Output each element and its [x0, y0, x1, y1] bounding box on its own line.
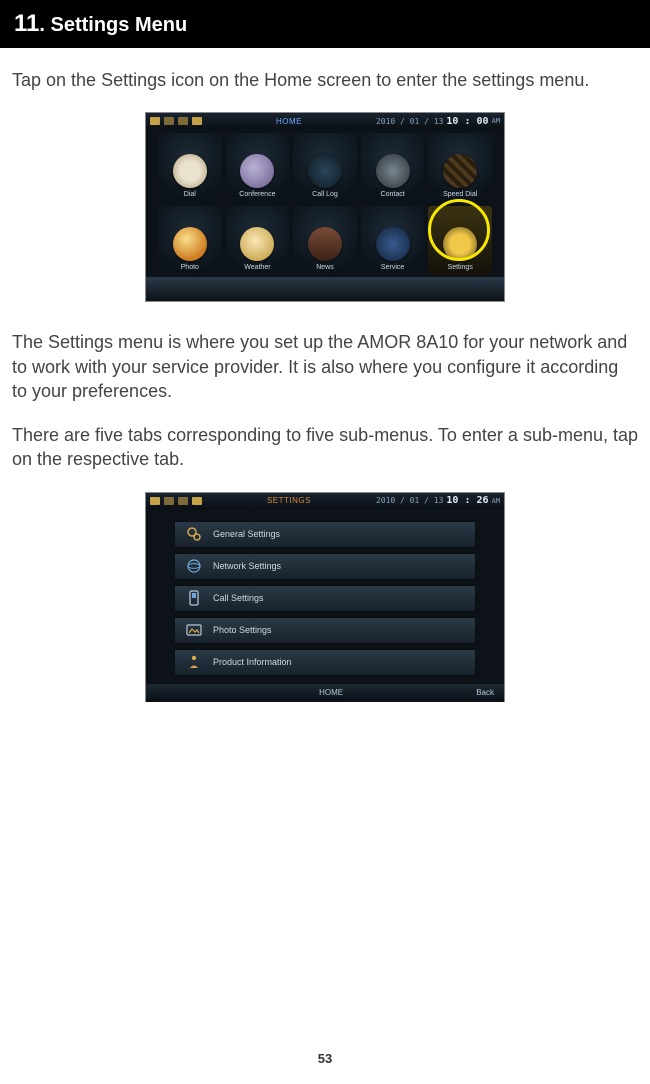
conference-icon: [240, 154, 274, 188]
status-bar: SETTINGS 2010 / 01 / 13 10 : 26 AM: [146, 493, 504, 509]
app-label: Speed Dial: [443, 188, 477, 202]
app-label: Settings: [448, 261, 473, 275]
status-date: 2010 / 01 / 13: [376, 117, 443, 126]
settings-row-call[interactable]: Call Settings: [174, 585, 476, 612]
app-label: Service: [381, 261, 404, 275]
status-time: 10 : 00: [446, 116, 488, 127]
call-settings-icon: [185, 589, 203, 607]
service-icon: [376, 227, 410, 261]
screen-title: SETTINGS: [202, 496, 376, 505]
status-icon-2: [192, 497, 202, 505]
app-news[interactable]: News: [293, 206, 357, 275]
settings-screenshot: SETTINGS 2010 / 01 / 13 10 : 26 AM Gener…: [145, 492, 505, 702]
app-conference[interactable]: Conference: [226, 133, 290, 202]
bottom-bar: HOME Back: [146, 684, 504, 702]
status-bar: HOME 2010 / 01 / 13 10 : 00 AM: [146, 113, 504, 129]
app-label: Dial: [184, 188, 196, 202]
status-icon-2: [192, 117, 202, 125]
section-title: . Settings Menu: [39, 14, 187, 36]
general-settings-icon: [185, 525, 203, 543]
status-time: 10 : 26: [446, 495, 488, 506]
app-label: Photo: [181, 261, 199, 275]
app-contact[interactable]: Contact: [361, 133, 425, 202]
settings-icon: [443, 227, 477, 261]
home-screenshot: HOME 2010 / 01 / 13 10 : 00 AM Dial Conf…: [145, 112, 505, 302]
status-icon: [178, 497, 188, 505]
app-settings[interactable]: Settings: [428, 206, 492, 275]
status-date: 2010 / 01 / 13: [376, 496, 443, 505]
app-label: Conference: [239, 188, 275, 202]
dock-bar: [146, 277, 504, 301]
news-icon: [308, 227, 342, 261]
app-photo[interactable]: Photo: [158, 206, 222, 275]
paragraph-description: The Settings menu is where you set up th…: [12, 330, 638, 403]
settings-row-label: Photo Settings: [213, 625, 272, 635]
paragraph-tabs: There are five tabs corresponding to fiv…: [12, 423, 638, 472]
weather-icon: [240, 227, 274, 261]
settings-row-network[interactable]: Network Settings: [174, 553, 476, 580]
chapter-number: 11: [14, 10, 39, 37]
battery-icon: [150, 117, 160, 125]
photo-icon: [173, 227, 207, 261]
settings-row-general[interactable]: General Settings: [174, 521, 476, 548]
status-icon: [178, 117, 188, 125]
app-speed-dial[interactable]: Speed Dial: [428, 133, 492, 202]
settings-row-label: General Settings: [213, 529, 280, 539]
paragraph-intro: Tap on the Settings icon on the Home scr…: [12, 68, 638, 92]
home-button[interactable]: HOME: [319, 688, 343, 697]
settings-row-label: Product Information: [213, 657, 292, 667]
settings-row-product-info[interactable]: Product Information: [174, 649, 476, 676]
speed-dial-icon: [443, 154, 477, 188]
status-ampm: AM: [492, 117, 500, 125]
app-weather[interactable]: Weather: [226, 206, 290, 275]
battery-icon: [150, 497, 160, 505]
app-service[interactable]: Service: [361, 206, 425, 275]
app-label: Weather: [244, 261, 270, 275]
settings-row-label: Network Settings: [213, 561, 281, 571]
product-info-icon: [185, 653, 203, 671]
screen-title: HOME: [202, 117, 376, 126]
network-icon: [164, 497, 174, 505]
page-number: 53: [0, 1051, 650, 1066]
photo-settings-icon: [185, 621, 203, 639]
back-button[interactable]: Back: [476, 688, 494, 697]
dial-icon: [173, 154, 207, 188]
app-call-log[interactable]: Call Log: [293, 133, 357, 202]
app-label: Call Log: [312, 188, 338, 202]
section-header: 11. Settings Menu: [0, 0, 650, 48]
app-label: News: [316, 261, 334, 275]
network-settings-icon: [185, 557, 203, 575]
network-icon: [164, 117, 174, 125]
call-log-icon: [308, 154, 342, 188]
app-label: Contact: [381, 188, 405, 202]
app-dial[interactable]: Dial: [158, 133, 222, 202]
contact-icon: [376, 154, 410, 188]
settings-row-label: Call Settings: [213, 593, 264, 603]
settings-row-photo[interactable]: Photo Settings: [174, 617, 476, 644]
status-ampm: AM: [492, 497, 500, 505]
